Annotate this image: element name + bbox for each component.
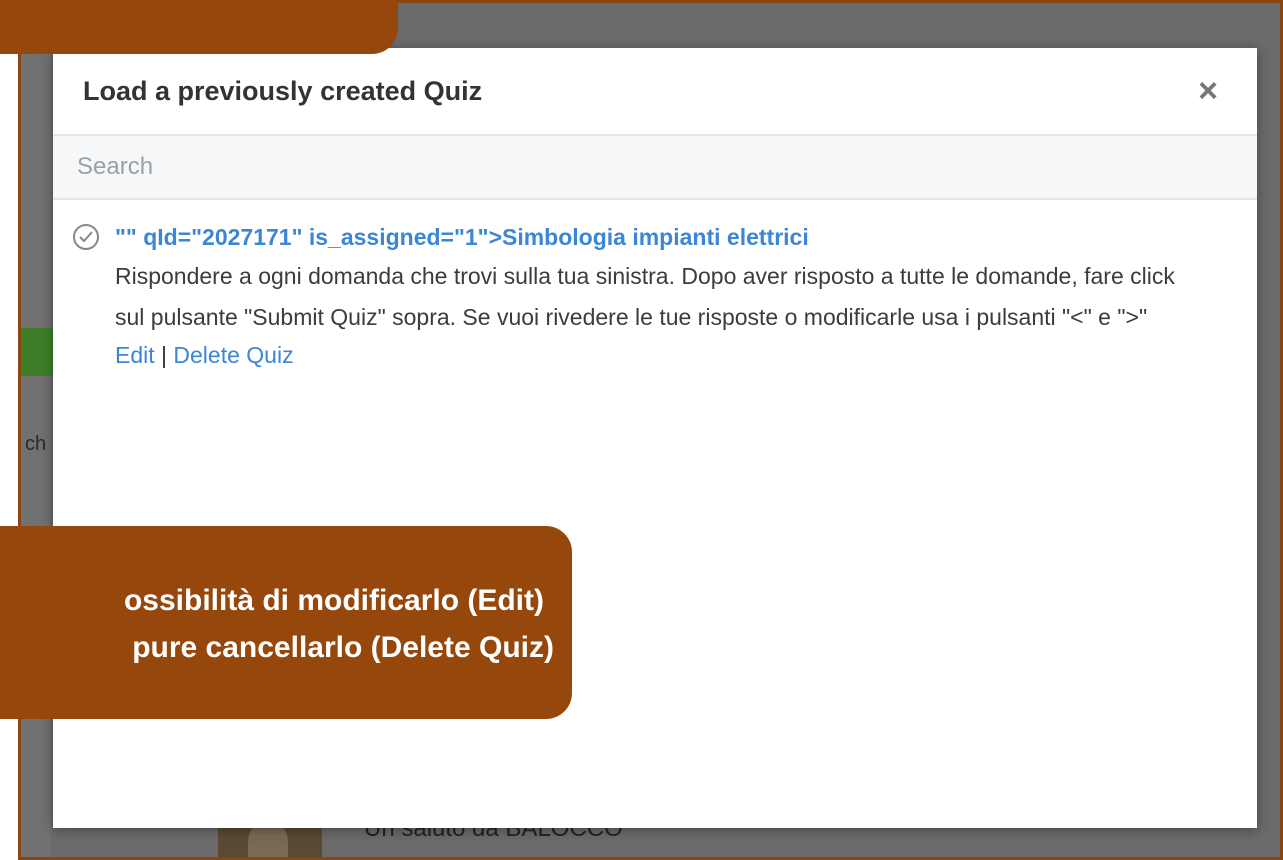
callout-bottom-line2: pure cancellarlo (Delete Quiz) [132, 631, 554, 664]
check-circle-icon[interactable] [73, 224, 99, 250]
annotation-callout-top: creato [0, 0, 398, 54]
quiz-title-link[interactable]: "" qId="2027171" is_assigned="1">Simbolo… [115, 222, 1233, 252]
edit-link[interactable]: Edit [115, 342, 155, 368]
background-side-text: ch [25, 433, 47, 455]
action-separator: | [161, 342, 168, 368]
close-button[interactable]: × [1193, 74, 1223, 108]
screenshot-frame: ch Un saluto da BALOCCO Load a previousl… [18, 0, 1283, 860]
callout-bottom-line1: ossibilità di modificarlo (Edit) [123, 584, 544, 617]
annotation-callout-bottom: ossibilità di modificarlo (Edit) pure ca… [0, 526, 572, 719]
quiz-list-item: "" qId="2027171" is_assigned="1">Simbolo… [53, 200, 1257, 372]
modal-title: Load a previously created Quiz [83, 75, 483, 106]
delete-quiz-link[interactable]: Delete Quiz [173, 342, 293, 368]
background-sidebar [21, 3, 51, 857]
quiz-actions: Edit | Delete Quiz [115, 338, 1233, 372]
modal-header: Load a previously created Quiz × [53, 48, 1257, 136]
quiz-description: Rispondere a ogni domanda che trovi sull… [115, 263, 1175, 330]
search-input[interactable] [53, 136, 1257, 200]
background-green-button [21, 328, 53, 376]
